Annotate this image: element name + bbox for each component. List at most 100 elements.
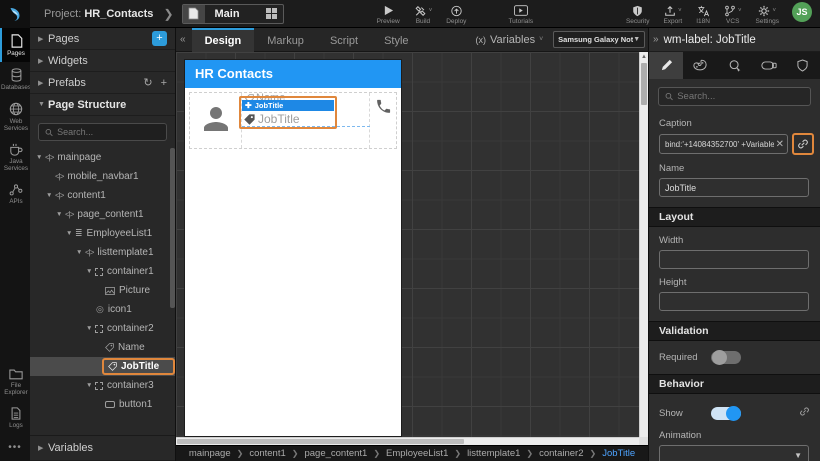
vcs-button[interactable]: ˅ VCS: [724, 4, 742, 25]
breadcrumb-item[interactable]: content1: [249, 448, 285, 459]
rail-item-logs[interactable]: Logs: [0, 401, 30, 434]
section-variables[interactable]: ▶ Variables: [30, 435, 175, 461]
scroll-up-icon[interactable]: ▲: [640, 52, 648, 60]
employee-list-item[interactable]: Name ✚ JobTitle JobTitle: [189, 92, 397, 149]
security-tab[interactable]: [786, 52, 820, 79]
design-canvas[interactable]: HR Contacts Name ✚ JobTitle JobTitle ▲: [176, 52, 648, 445]
section-pages[interactable]: ▶ Pages +: [30, 28, 175, 50]
canvas-vertical-scrollbar[interactable]: ▲: [639, 52, 648, 437]
chevron-down-icon[interactable]: ▼: [86, 325, 95, 332]
breadcrumb-item[interactable]: page_content1: [304, 448, 367, 459]
picture-widget[interactable]: [190, 93, 242, 148]
name-input[interactable]: [659, 178, 809, 197]
device-selector[interactable]: Samsung Galaxy Note III ▼: [553, 31, 646, 48]
clear-icon[interactable]: ✕: [776, 139, 784, 150]
scrollbar-thumb[interactable]: [641, 63, 647, 105]
tutorials-button[interactable]: Tutorials: [508, 4, 533, 25]
rail-item-web-services[interactable]: Web Services: [0, 96, 30, 137]
breadcrumb-item[interactable]: listtemplate1: [467, 448, 520, 459]
layout-section-header[interactable]: Layout: [649, 207, 820, 227]
structure-search[interactable]: [38, 123, 167, 141]
collapse-right-panel-icon[interactable]: »: [649, 34, 664, 45]
tree-item-page-content1[interactable]: ▼ <|> page_content1: [30, 205, 175, 224]
required-toggle[interactable]: [711, 350, 741, 365]
rail-item-file-explorer[interactable]: File Explorer: [0, 362, 30, 401]
height-input[interactable]: [659, 292, 809, 311]
validation-section-header[interactable]: Validation: [649, 321, 820, 341]
section-page-structure[interactable]: ▼ Page Structure: [30, 94, 175, 116]
tree-item-employeelist1[interactable]: ▼ ≣ EmployeeList1: [30, 224, 175, 243]
selected-widget-name-tag[interactable]: ✚ JobTitle: [242, 100, 334, 111]
width-input[interactable]: [659, 250, 809, 269]
search-input[interactable]: [57, 127, 160, 137]
caption-input[interactable]: [665, 139, 774, 149]
pages-grid-icon[interactable]: [265, 8, 277, 19]
tree-item-listtemplate1[interactable]: ▼ <|> listtemplate1: [30, 243, 175, 262]
tree-scrollbar[interactable]: [170, 148, 175, 308]
tree-item-container3[interactable]: ▼ container3: [30, 376, 175, 395]
chevron-right-icon[interactable]: ❯: [163, 7, 173, 21]
animation-select[interactable]: ▼: [659, 445, 809, 461]
section-prefabs[interactable]: ▶ Prefabs ↻ +: [30, 72, 175, 94]
container2-widget[interactable]: Name ✚ JobTitle JobTitle: [239, 92, 370, 148]
scrollbar-thumb[interactable]: [177, 439, 465, 444]
tree-item-container2[interactable]: ▼ container2: [30, 319, 175, 338]
export-button[interactable]: ˅ Export: [663, 4, 682, 25]
refresh-icon[interactable]: ↻: [143, 76, 152, 89]
add-prefab-button[interactable]: +: [161, 77, 167, 89]
tree-item-picture[interactable]: Picture: [30, 281, 175, 300]
chevron-down-icon[interactable]: ▼: [86, 382, 95, 389]
show-toggle[interactable]: [711, 405, 741, 421]
tree-item-mobile-navbar1[interactable]: <|> mobile_navbar1: [30, 167, 175, 186]
behavior-section-header[interactable]: Behavior: [649, 374, 820, 394]
collapse-left-panel-icon[interactable]: «: [176, 34, 192, 45]
variables-button[interactable]: (x) Variables ˅: [476, 34, 544, 46]
bind-show-button[interactable]: [799, 404, 810, 422]
tree-item-button1[interactable]: button1: [30, 395, 175, 414]
styles-tab[interactable]: [683, 52, 717, 79]
breadcrumb-item[interactable]: mainpage: [189, 448, 231, 459]
canvas-horizontal-scrollbar[interactable]: [176, 437, 639, 445]
tree-item-name[interactable]: Name: [30, 338, 175, 357]
breadcrumb-current[interactable]: JobTitle: [602, 448, 635, 459]
bind-property-button[interactable]: [792, 133, 814, 155]
rail-item-databases[interactable]: Databases: [0, 62, 31, 96]
chevron-down-icon[interactable]: ▼: [56, 211, 65, 218]
properties-tab[interactable]: [649, 52, 684, 79]
chevron-down-icon[interactable]: ▼: [46, 192, 55, 199]
call-icon-widget[interactable]: [370, 93, 396, 148]
user-avatar[interactable]: JS: [792, 2, 812, 22]
properties-search-input[interactable]: [677, 91, 804, 102]
build-button[interactable]: ˅ Build: [414, 4, 432, 25]
rail-item-java-services[interactable]: Java Services: [0, 137, 30, 177]
phone-preview[interactable]: HR Contacts Name ✚ JobTitle JobTitle: [185, 60, 401, 436]
rail-more-button[interactable]: •••: [0, 434, 30, 461]
rail-item-pages[interactable]: Pages: [0, 28, 30, 62]
chevron-down-icon[interactable]: ▼: [66, 230, 75, 237]
breadcrumb-item[interactable]: EmployeeList1: [386, 448, 448, 459]
security-button[interactable]: Security: [626, 4, 649, 25]
chevron-down-icon[interactable]: ▼: [86, 268, 95, 275]
tab-markup[interactable]: Markup: [254, 28, 317, 52]
tree-item-mainpage[interactable]: ▼ <|> mainpage: [30, 148, 175, 167]
preview-button[interactable]: Preview: [377, 4, 400, 25]
chevron-down-icon[interactable]: ▼: [36, 154, 45, 161]
tree-item-content1[interactable]: ▼ <|> content1: [30, 186, 175, 205]
breadcrumb-item[interactable]: container2: [539, 448, 583, 459]
wavemaker-logo[interactable]: [0, 0, 30, 28]
device-tab[interactable]: [752, 52, 786, 79]
events-tab[interactable]: [717, 52, 751, 79]
deploy-button[interactable]: Deploy: [446, 4, 466, 25]
main-page-tab[interactable]: Main: [181, 3, 284, 24]
rail-item-apis[interactable]: APIs: [0, 177, 30, 210]
section-widgets[interactable]: ▶ Widgets: [30, 50, 175, 72]
tab-design[interactable]: Design: [191, 27, 255, 52]
add-page-button[interactable]: +: [152, 31, 167, 46]
properties-search[interactable]: [658, 87, 811, 106]
tab-style[interactable]: Style: [371, 28, 421, 52]
jobtitle-label-widget[interactable]: JobTitle: [244, 112, 300, 126]
settings-button[interactable]: ˅ Settings: [756, 4, 779, 25]
tree-item-icon1[interactable]: ◎ icon1: [30, 300, 175, 319]
chevron-down-icon[interactable]: ▼: [76, 249, 85, 256]
tree-item-jobtitle[interactable]: JobTitle: [30, 357, 175, 376]
